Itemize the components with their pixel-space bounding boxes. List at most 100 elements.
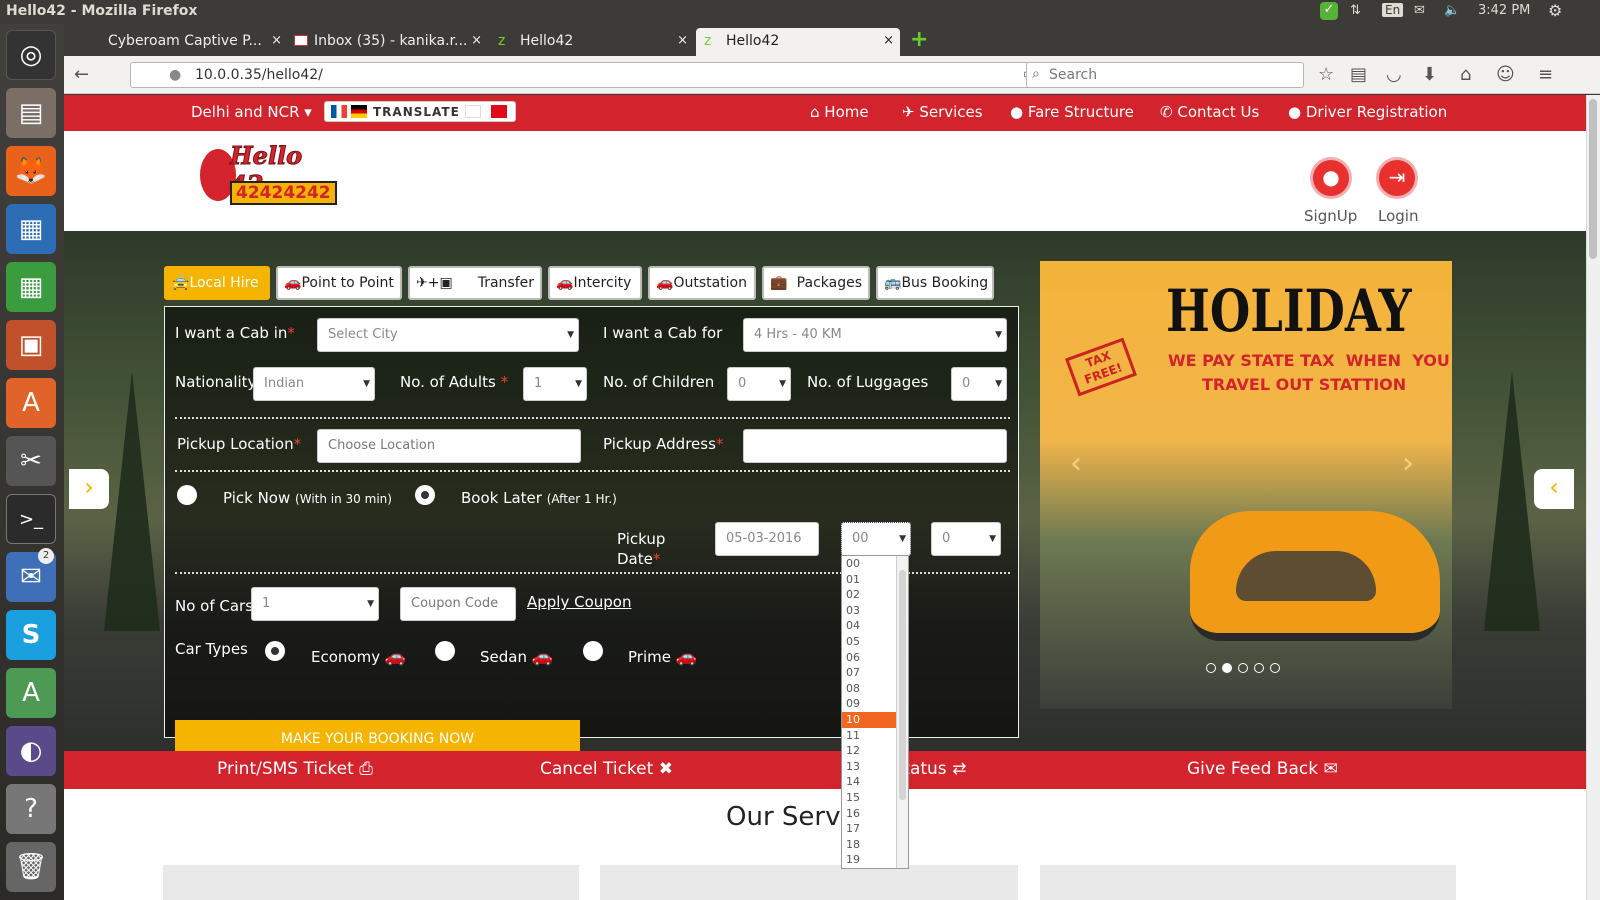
terminal-icon[interactable]: >_ (6, 494, 56, 544)
menu-icon[interactable]: ≡ (1538, 64, 1553, 85)
new-tab-button[interactable]: + (910, 27, 928, 52)
trash-icon[interactable]: 🗑 (6, 842, 56, 892)
firefox-icon[interactable]: 🦊 (6, 146, 56, 196)
tab-packages[interactable]: 💼 Packages (762, 266, 870, 300)
clock[interactable]: 3:42 PM (1478, 3, 1530, 18)
hero-next-arrow[interactable]: ‹ (1534, 469, 1574, 509)
dropdown-scroll-thumb[interactable] (899, 570, 906, 800)
login-label[interactable]: Login (1378, 207, 1418, 225)
luggages-select[interactable]: 0 ▼ (951, 367, 1007, 401)
pick-now-radio[interactable] (177, 485, 197, 505)
bookmark-star-icon[interactable]: ☆ (1318, 64, 1334, 85)
search-input[interactable]: ⌕ Search (1026, 62, 1304, 88)
keyboard-indicator[interactable]: En (1382, 3, 1404, 17)
tab-inbox[interactable]: Inbox (35) - kanika.r... × (288, 28, 488, 56)
updates-icon[interactable]: ✓ (1320, 2, 1338, 20)
city-selector[interactable]: Delhi and NCR ▾ (191, 103, 312, 121)
translate-button[interactable]: TRANSLATE (324, 101, 516, 122)
prime-radio[interactable] (583, 641, 603, 661)
url-bar[interactable]: ● 10.0.0.35/hello42/ ▭ ↻ (130, 62, 1082, 88)
give-feedback-link[interactable]: Give Feed Back ✉ (1187, 759, 1338, 779)
nav-contact-us[interactable]: ✆ Contact Us (1160, 103, 1259, 121)
nav-driver-registration[interactable]: ● Driver Registration (1288, 103, 1447, 121)
tab-close-icon[interactable]: × (471, 33, 482, 48)
city-select[interactable]: Select City ▼ (317, 318, 579, 352)
tab-close-icon[interactable]: × (271, 33, 282, 48)
downloads-icon[interactable]: ⬇ (1422, 64, 1437, 85)
android-studio-icon[interactable]: A (6, 668, 56, 718)
home-icon[interactable]: ⌂ (1460, 64, 1471, 85)
help-icon[interactable]: ? (6, 784, 56, 834)
network-icon[interactable]: ⇅ (1350, 3, 1361, 18)
hour-dropdown-list[interactable]: 00 01 02 03 04 05 06 07 08 09 10 11 12 13 14 15 16 17 18 19 (841, 555, 909, 869)
service-card[interactable] (600, 865, 1018, 900)
sedan-radio[interactable] (435, 641, 455, 661)
apply-coupon-link[interactable]: Apply Coupon (527, 593, 631, 611)
adults-select[interactable]: 1 ▼ (523, 367, 587, 401)
hello42-logo[interactable]: Hello 42 42424242 (200, 139, 340, 211)
tab-transfer[interactable]: ✈+▣ Transfer (408, 266, 542, 300)
tab-cyberoam[interactable]: Cyberoam Captive P... × (100, 28, 288, 56)
page-scrollbar[interactable] (1586, 95, 1600, 900)
children-select[interactable]: 0 ▼ (727, 367, 791, 401)
settings-tools-icon[interactable]: ✂ (6, 436, 56, 486)
tab-intercity[interactable]: 🚗Intercity (548, 266, 642, 300)
software-center-icon[interactable]: A (6, 378, 56, 428)
cancel-ticket-link[interactable]: Cancel Ticket ✖ (540, 759, 673, 779)
slider-dot[interactable] (1270, 663, 1280, 673)
economy-radio[interactable] (265, 641, 285, 661)
power-gear-icon[interactable]: ⚙ (1548, 1, 1562, 20)
cars-select[interactable]: 1 ▼ (251, 587, 379, 621)
pickup-address-input[interactable] (743, 429, 1007, 463)
login-icon[interactable]: ⇥ (1376, 157, 1418, 199)
mail-icon[interactable]: ✉ (1414, 3, 1425, 18)
service-card[interactable] (163, 865, 579, 900)
impress-icon[interactable]: ▣ (6, 320, 56, 370)
hero-prev-arrow[interactable]: › (69, 469, 109, 509)
slider-next-icon[interactable]: › (1402, 446, 1414, 481)
tab-outstation[interactable]: 🚗Outstation (648, 266, 756, 300)
signup-label[interactable]: SignUp (1304, 207, 1357, 225)
service-card[interactable] (1040, 865, 1456, 900)
files-icon[interactable]: ▤ (6, 88, 56, 138)
pickup-location-input[interactable]: Choose Location (317, 429, 581, 463)
bookmarks-list-icon[interactable]: ▤ (1350, 64, 1367, 85)
nav-home[interactable]: ⌂ Home (810, 103, 869, 121)
tab-close-icon[interactable]: × (883, 33, 894, 48)
tab-hello42-1[interactable]: z Hello42 × (490, 28, 694, 56)
slider-dot[interactable] (1206, 663, 1216, 673)
tab-hello42-active[interactable]: z Hello42 × (696, 28, 900, 56)
slider-dot-active[interactable] (1222, 663, 1232, 673)
nav-fare-structure[interactable]: ● Fare Structure (1010, 103, 1134, 121)
slider-prev-icon[interactable]: ‹ (1070, 446, 1082, 481)
back-icon[interactable]: ← (74, 64, 89, 85)
tab-close-icon[interactable]: × (677, 33, 688, 48)
ubuntu-dash-icon[interactable]: ◎ (6, 30, 56, 80)
tab-point-to-point[interactable]: 🚗Point to Point (276, 266, 402, 300)
pickup-date-input[interactable]: 05-03-2016 (715, 522, 819, 556)
writer-icon[interactable]: ▦ (6, 204, 56, 254)
tab-bus-booking[interactable]: 🚌Bus Booking (876, 266, 994, 300)
dropdown-scrollbar[interactable] (896, 556, 908, 868)
package-select[interactable]: 4 Hrs - 40 KM ▼ (743, 318, 1007, 352)
book-later-radio[interactable] (415, 485, 435, 505)
url-text: 10.0.0.35/hello42/ (195, 67, 323, 83)
eclipse-icon[interactable]: ◐ (6, 726, 56, 776)
calc-icon[interactable]: ▦ (6, 262, 56, 312)
pocket-icon[interactable]: ◡ (1386, 64, 1402, 85)
volume-icon[interactable]: 🔈 (1444, 3, 1460, 18)
tab-local-hire[interactable]: 🚖Local Hire (164, 266, 270, 300)
hello-chat-icon[interactable]: ☺ (1496, 64, 1515, 85)
nationality-select[interactable]: Indian ▼ (253, 367, 375, 401)
slider-dot[interactable] (1254, 663, 1264, 673)
skype-icon[interactable]: S (6, 610, 56, 660)
scrollbar-thumb[interactable] (1589, 99, 1597, 259)
slider-dot[interactable] (1238, 663, 1248, 673)
signup-icon[interactable]: ● (1310, 157, 1352, 199)
minute-select[interactable]: 0 ▼ (931, 522, 1001, 556)
hour-select[interactable]: 00 ▼ (841, 522, 911, 556)
print-sms-ticket-link[interactable]: Print/SMS Ticket ⎙ (217, 759, 373, 779)
chevron-down-icon: ▼ (899, 534, 906, 544)
coupon-input[interactable]: Coupon Code (400, 587, 516, 621)
nav-services[interactable]: ✈ Services (902, 103, 983, 121)
